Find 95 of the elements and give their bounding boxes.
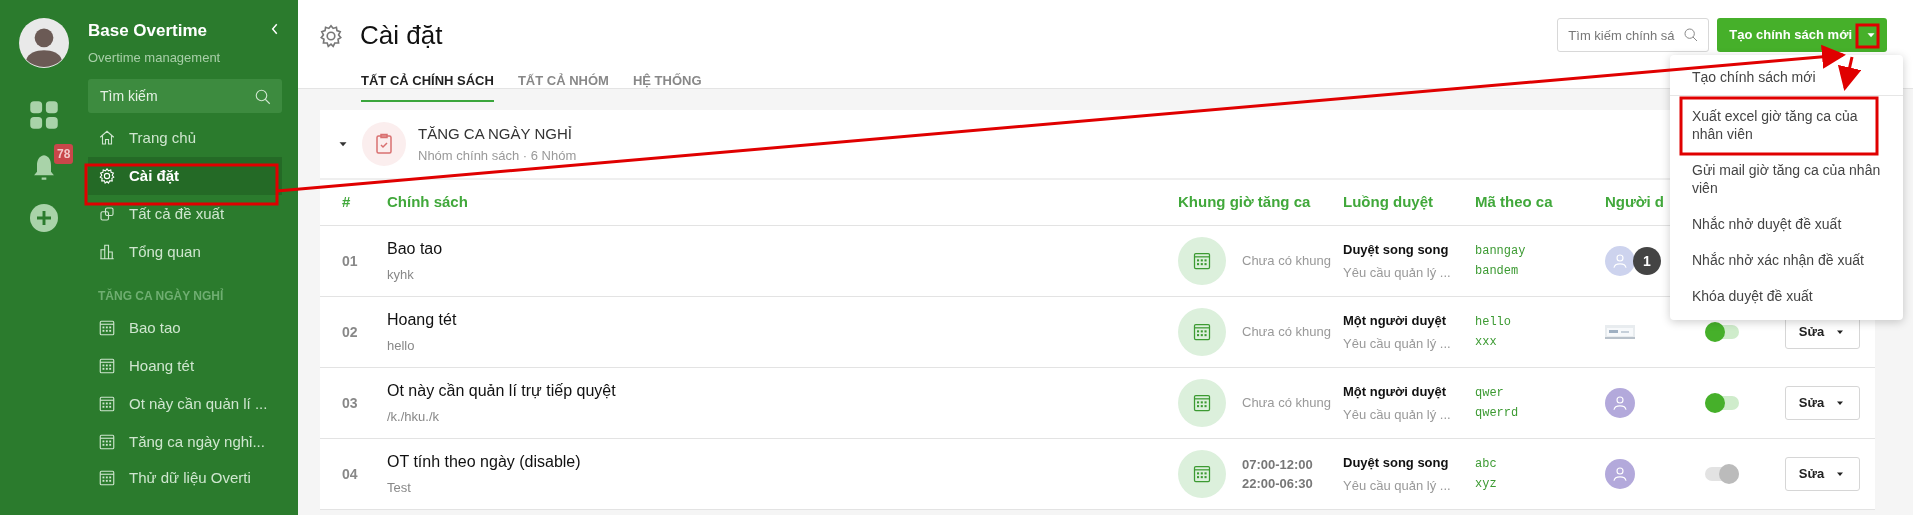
- toggle-switch[interactable]: [1705, 325, 1739, 339]
- policy-name: Ot này cần quản lí trự tiếp quyệt: [387, 381, 617, 402]
- schedule-text: Chưa có khung: [1242, 394, 1331, 413]
- calendar-icon: [1178, 450, 1226, 498]
- app-subtitle: Overtime management: [88, 48, 221, 67]
- nav-item[interactable]: Tổng quan: [88, 233, 282, 271]
- column-header: #: [342, 192, 352, 213]
- policy-description: Test: [387, 479, 412, 498]
- column-header: Khung giờ tăng ca: [1178, 192, 1312, 213]
- calendar-icon: [98, 469, 116, 487]
- search-icon: [254, 88, 272, 106]
- approval-note: Yêu cầu quản lý ...: [1343, 406, 1452, 424]
- approval-flow: Một người duyệt: [1343, 311, 1448, 330]
- edit-button[interactable]: Sửa: [1785, 457, 1860, 491]
- group-subtitle: Nhóm chính sách · 6 Nhóm: [418, 146, 577, 165]
- search-icon: [1683, 27, 1700, 43]
- user-avatar: [1605, 459, 1635, 489]
- policy-description: hello: [387, 337, 416, 356]
- menu-item[interactable]: Nhắc nhở duyệt đề xuất: [1670, 206, 1903, 242]
- calendar-icon: [98, 357, 116, 375]
- calendar-icon: [98, 395, 116, 413]
- tab[interactable]: TẤT CẢ NHÓM: [517, 61, 609, 102]
- calendar-icon: [1178, 379, 1226, 427]
- policy-description: kyhk: [387, 266, 415, 285]
- toggle-switch[interactable]: [1705, 467, 1739, 481]
- approval-note: Yêu cầu quản lý ...: [1343, 477, 1452, 495]
- nav-item[interactable]: Tất cả đề xuất: [88, 195, 282, 233]
- menu-item[interactable]: Tạo chính sách mới: [1670, 59, 1903, 96]
- schedule-text: 07:00-12:00: [1242, 455, 1313, 474]
- shift-code: bandem: [1475, 263, 1520, 280]
- column-header: Người d: [1605, 192, 1666, 213]
- edit-button[interactable]: Sửa: [1785, 386, 1860, 420]
- row-number: 02: [342, 322, 359, 342]
- nav-item[interactable]: Trang chủ: [88, 119, 282, 157]
- shift-code: xxx: [1475, 334, 1498, 351]
- menu-item[interactable]: Gửi mail giờ tăng ca của nhân viên: [1670, 152, 1903, 206]
- shift-code: qwerrd: [1475, 405, 1520, 422]
- search-field[interactable]: Tìm kiếm: [88, 79, 282, 113]
- settings-icon: [98, 167, 116, 185]
- nav-item[interactable]: Cài đặt: [88, 157, 282, 195]
- group-title: TĂNG CA NGÀY NGHỈ: [418, 124, 573, 144]
- approval-note: Yêu cầu quản lý ...: [1343, 335, 1452, 353]
- row-number: 04: [342, 464, 359, 484]
- avatar-icon: [19, 18, 69, 68]
- nav-item[interactable]: Bao tao: [88, 309, 282, 347]
- policy-name: Hoang tét: [387, 310, 458, 331]
- add-icon[interactable]: [30, 204, 58, 232]
- nav-item[interactable]: Hoang tét: [88, 347, 282, 385]
- section-heading: TĂNG CA NGÀY NGHỈ: [98, 287, 225, 305]
- app-title: Base Overtime: [88, 20, 209, 42]
- tab[interactable]: TẤT CẢ CHÍNH SÁCH: [361, 61, 494, 102]
- column-header: Chính sách: [387, 192, 469, 213]
- column-header: Luồng duyệt: [1343, 192, 1434, 213]
- settings-icon: [318, 22, 344, 49]
- menu-item[interactable]: Nhắc nhở xác nhận đề xuất: [1670, 242, 1903, 278]
- copy-icon: [98, 205, 116, 223]
- search-field[interactable]: Tìm kiếm chính sá: [1557, 18, 1710, 52]
- schedule-text: 22:00-06:30: [1242, 475, 1313, 493]
- shift-code: banngay: [1475, 243, 1527, 260]
- page-title: Cài đặt: [360, 19, 443, 52]
- policy-description: /k./hku./k: [387, 408, 441, 427]
- schedule-text: Chưa có khung: [1242, 252, 1331, 271]
- highlight-frame: [1855, 23, 1880, 49]
- approval-note: Yêu cầu quản lý ...: [1343, 264, 1452, 282]
- nav-item[interactable]: Ot này cần quản lí ...: [88, 385, 282, 423]
- bar-chart-icon: [98, 243, 116, 261]
- shift-code: xyz: [1475, 476, 1498, 493]
- notification-badge: 78: [54, 144, 74, 164]
- apps-grid-icon[interactable]: [29, 100, 59, 130]
- menu-item[interactable]: Xuất excel giờ tăng ca của nhân viên: [1670, 98, 1903, 152]
- column-header: Mã theo ca: [1475, 192, 1554, 213]
- shift-code: abc: [1475, 456, 1498, 473]
- approval-flow: Duyệt song song: [1343, 240, 1450, 259]
- nav-item[interactable]: Tăng ca ngày nghỉ...: [88, 423, 282, 461]
- row-number: 03: [342, 393, 359, 413]
- shift-code: qwer: [1475, 385, 1505, 402]
- approval-flow: Một người duyệt: [1343, 382, 1448, 401]
- approver-count: 1: [1633, 247, 1661, 275]
- calendar-icon: [98, 319, 116, 337]
- calendar-icon: [1178, 308, 1226, 356]
- policy-name: Bao tao: [387, 239, 444, 260]
- calendar-icon: [1178, 237, 1226, 285]
- user-avatar: [1605, 388, 1635, 418]
- policy-name: OT tính theo ngày (disable): [387, 452, 582, 473]
- schedule-text: Chưa có khung: [1242, 323, 1331, 342]
- tab[interactable]: HỆ THỐNG: [632, 61, 702, 102]
- row-number: 01: [342, 251, 359, 271]
- shift-code: hello: [1475, 314, 1512, 331]
- menu-item[interactable]: Khóa duyệt đề xuất: [1670, 278, 1903, 314]
- calendar-icon: [98, 433, 116, 451]
- toggle-switch[interactable]: [1705, 396, 1739, 410]
- home-icon: [98, 129, 116, 147]
- user-avatar: [1605, 246, 1635, 276]
- nav-item[interactable]: Thử dữ liệu Overti: [88, 461, 282, 495]
- approval-flow: Duyệt song song: [1343, 453, 1450, 472]
